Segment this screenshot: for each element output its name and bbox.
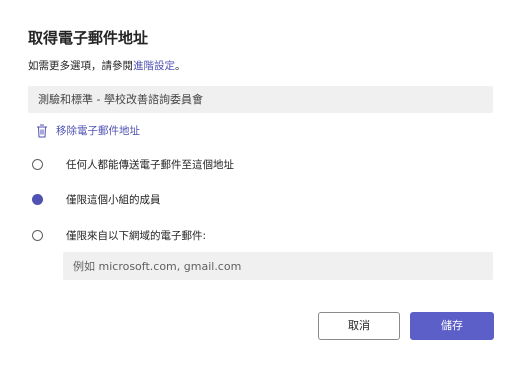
radio-domains-only[interactable] <box>32 229 43 241</box>
subtitle-suffix: 。 <box>175 60 186 72</box>
option-anyone-label: 任何人都能傳送電子郵件至這個地址 <box>66 158 234 171</box>
team-name-field: 測驗和標準 - 學校改善諮詢委員會 <box>28 86 493 113</box>
remove-email-label: 移除電子郵件地址 <box>56 124 140 137</box>
advanced-settings-link[interactable]: 進階設定 <box>133 60 175 72</box>
radio-members-only[interactable] <box>32 193 43 205</box>
radio-anyone[interactable] <box>32 158 43 170</box>
option-domains-only[interactable]: 僅限來自以下網域的電子郵件: <box>32 225 206 245</box>
dialog-title: 取得電子郵件地址 <box>28 29 149 47</box>
option-members-only[interactable]: 僅限這個小組的成員 <box>32 189 161 209</box>
domain-input[interactable] <box>63 252 493 280</box>
option-domains-only-label: 僅限來自以下網域的電子郵件: <box>66 229 207 242</box>
cancel-button[interactable]: 取消 <box>318 312 400 340</box>
subtitle-text: 如需更多選項，請參閱 <box>28 60 133 72</box>
trash-icon <box>36 123 48 138</box>
remove-email-address-button[interactable]: 移除電子郵件地址 <box>36 120 140 140</box>
save-button[interactable]: 儲存 <box>410 312 494 340</box>
option-members-only-label: 僅限這個小組的成員 <box>66 193 161 206</box>
email-address-dialog: 取得電子郵件地址 如需更多選項，請參閱進階設定。 測驗和標準 - 學校改善諮詢委… <box>0 0 520 367</box>
option-anyone[interactable]: 任何人都能傳送電子郵件至這個地址 <box>32 154 234 174</box>
dialog-subtitle: 如需更多選項，請參閱進階設定。 <box>28 58 186 73</box>
